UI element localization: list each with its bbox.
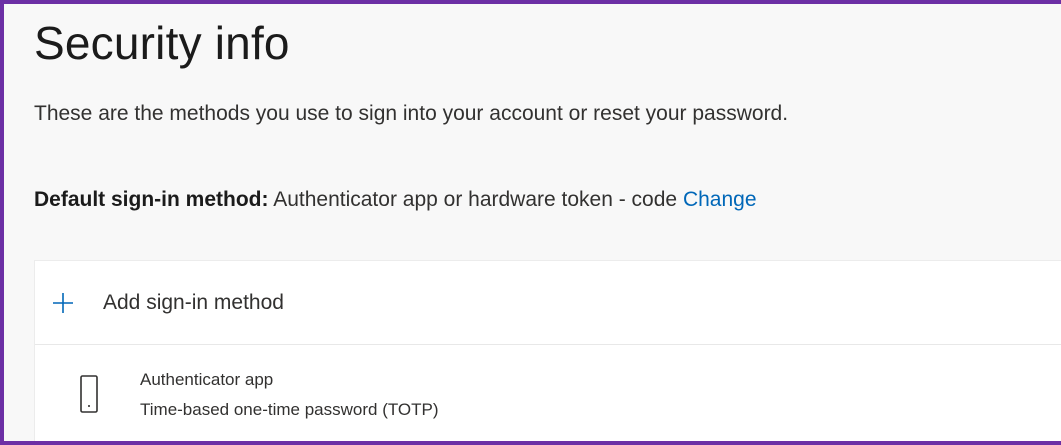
default-sign-in-method: Default sign-in method: Authenticator ap… xyxy=(34,188,757,212)
add-sign-in-method-label: Add sign-in method xyxy=(103,291,284,314)
default-method-value: Authenticator app or hardware token - co… xyxy=(273,188,678,211)
security-info-page: Security info These are the methods you … xyxy=(0,0,1061,445)
method-name: Authenticator app xyxy=(140,370,274,389)
plus-icon xyxy=(53,293,73,313)
sign-in-method-row: Authenticator app Time-based one-time pa… xyxy=(35,345,1061,441)
phone-icon xyxy=(80,375,98,413)
sign-in-methods-list: Add sign-in method Authenticator app Tim… xyxy=(34,260,1061,441)
add-sign-in-method-button[interactable]: Add sign-in method xyxy=(35,261,1061,345)
page-subtitle: These are the methods you use to sign in… xyxy=(34,102,789,125)
change-default-method-link[interactable]: Change xyxy=(683,188,757,211)
method-detail: Time-based one-time password (TOTP) xyxy=(140,400,439,419)
page-title: Security info xyxy=(34,17,290,69)
default-method-label: Default sign-in method: xyxy=(34,188,269,211)
